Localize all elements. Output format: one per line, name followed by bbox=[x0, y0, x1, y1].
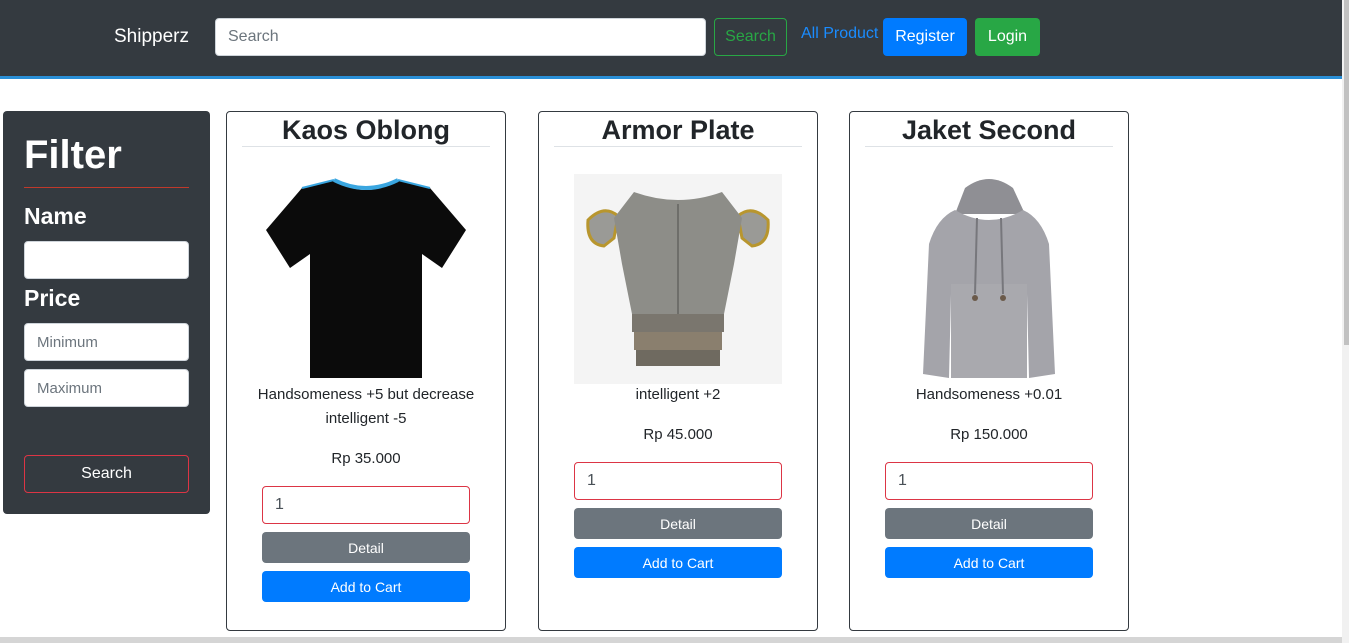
name-label: Name bbox=[24, 203, 87, 229]
detail-button[interactable]: Detail bbox=[885, 508, 1093, 539]
detail-button[interactable]: Detail bbox=[262, 532, 470, 563]
all-product-link[interactable]: All Product bbox=[801, 25, 878, 43]
product-title: Jaket Second bbox=[865, 114, 1113, 147]
vertical-scrollbar-thumb[interactable] bbox=[1344, 0, 1349, 345]
min-price-input[interactable] bbox=[24, 323, 189, 361]
top-navbar: Shipperz Search All Product Register Log… bbox=[0, 0, 1342, 79]
quantity-input[interactable] bbox=[262, 486, 470, 524]
armor-plate-image bbox=[574, 174, 782, 384]
price-label: Price bbox=[24, 285, 81, 311]
filter-panel: Filter Name Price Search bbox=[3, 111, 210, 514]
product-description: intelligent +2 bbox=[635, 386, 721, 403]
add-to-cart-button[interactable]: Add to Cart bbox=[262, 571, 470, 602]
filter-divider bbox=[24, 187, 189, 188]
black-tshirt-image bbox=[266, 178, 466, 378]
product-description: Handsomeness +5 but decrease intelligent… bbox=[257, 386, 475, 427]
horizontal-scrollbar[interactable] bbox=[0, 637, 1342, 643]
quantity-input[interactable] bbox=[885, 462, 1093, 500]
search-button[interactable]: Search bbox=[714, 18, 787, 56]
product-title: Kaos Oblong bbox=[242, 114, 490, 147]
product-description: Handsomeness +0.01 bbox=[915, 386, 1063, 403]
login-button[interactable]: Login bbox=[975, 18, 1040, 56]
search-input[interactable] bbox=[215, 18, 706, 56]
filter-search-button[interactable]: Search bbox=[24, 455, 189, 493]
product-price: Rp 35.000 bbox=[331, 450, 401, 467]
product-card: Kaos Oblong Handsomeness +5 but decrease… bbox=[226, 111, 506, 631]
add-to-cart-button[interactable]: Add to Cart bbox=[885, 547, 1093, 578]
quantity-input[interactable] bbox=[574, 462, 782, 500]
register-button[interactable]: Register bbox=[883, 18, 967, 56]
grey-hoodie-image bbox=[923, 179, 1055, 378]
filter-title: Filter bbox=[24, 133, 122, 177]
product-price: Rp 45.000 bbox=[643, 426, 713, 443]
max-price-input[interactable] bbox=[24, 369, 189, 407]
product-card: Armor Plate intelligent +2 Rp 45.000 Det… bbox=[538, 111, 818, 631]
product-title: Armor Plate bbox=[554, 114, 802, 147]
detail-button[interactable]: Detail bbox=[574, 508, 782, 539]
product-price: Rp 150.000 bbox=[950, 426, 1028, 443]
name-filter-input[interactable] bbox=[24, 241, 189, 279]
brand-logo[interactable]: Shipperz bbox=[114, 26, 189, 48]
product-card: Jaket Second Handsomeness +0.01 Rp 150.0… bbox=[849, 111, 1129, 631]
add-to-cart-button[interactable]: Add to Cart bbox=[574, 547, 782, 578]
